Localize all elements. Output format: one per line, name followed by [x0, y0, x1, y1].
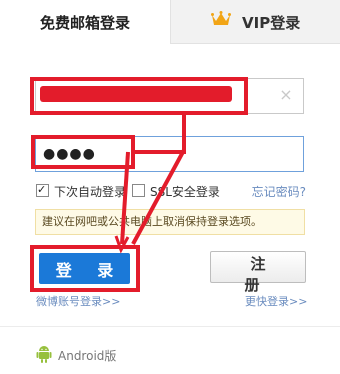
- login-options: 下次自动登录 SSL安全登录 忘记密码?: [36, 181, 306, 201]
- android-icon: [36, 346, 52, 363]
- tab-free-login-label: 免费邮箱登录: [39, 14, 130, 32]
- auto-login-checkbox[interactable]: [36, 181, 49, 199]
- crown-icon: [210, 0, 231, 45]
- android-label: Android版: [58, 349, 117, 363]
- android-app-link[interactable]: Android版: [36, 345, 116, 364]
- password-dots[interactable]: ●●●●: [43, 137, 96, 171]
- clear-icon[interactable]: ×: [277, 86, 295, 104]
- login-panel: 免费邮箱登录 VIP登录 × ●●●● 下次自动登录 SSL安全登: [0, 0, 340, 374]
- auto-login-label: 下次自动登录: [54, 185, 127, 199]
- ssl-login-label: SSL安全登录: [150, 185, 220, 199]
- login-tabs: 免费邮箱登录 VIP登录: [0, 0, 340, 44]
- footer-divider: [0, 326, 340, 327]
- tab-vip-login-label: VIP登录: [242, 14, 301, 32]
- weibo-login-link[interactable]: 微博账号登录>>: [36, 293, 120, 309]
- ssl-login-option[interactable]: SSL安全登录: [132, 183, 220, 201]
- ssl-login-checkbox[interactable]: [132, 184, 145, 197]
- register-button[interactable]: 注 册: [210, 251, 306, 294]
- redacted-username: [40, 86, 232, 102]
- more-login-link[interactable]: 更快登录>>: [245, 293, 307, 309]
- auto-login-option[interactable]: 下次自动登录: [36, 181, 127, 201]
- public-computer-tip: 建议在网吧或公共电脑上取消保持登录选项。: [35, 209, 305, 235]
- login-button[interactable]: 登 录: [39, 253, 130, 284]
- forgot-password-link[interactable]: 忘记密码?: [252, 183, 306, 201]
- password-field[interactable]: ●●●●: [35, 136, 304, 172]
- tab-vip-login[interactable]: VIP登录: [170, 0, 340, 44]
- tab-free-login[interactable]: 免费邮箱登录: [0, 0, 170, 44]
